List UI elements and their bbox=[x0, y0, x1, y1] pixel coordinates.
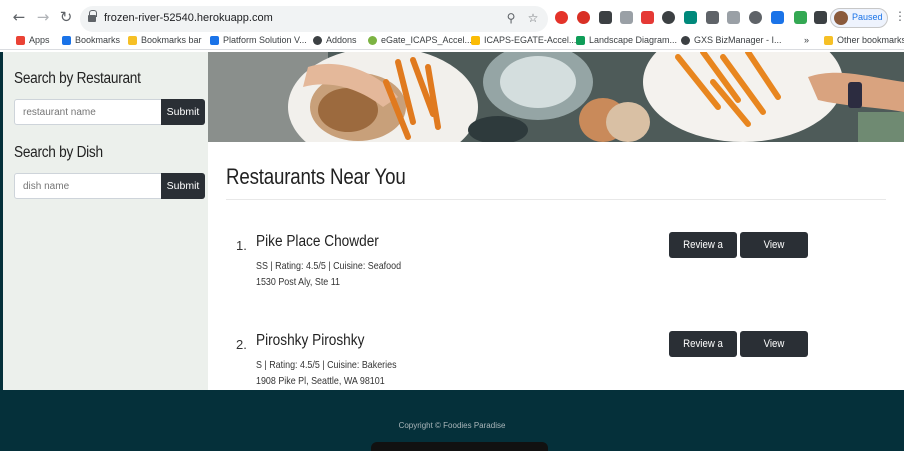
restaurant-name: Pike Place Chowder bbox=[256, 233, 379, 250]
list-number: 2. bbox=[236, 337, 247, 352]
restaurant-details: S | Rating: 4.5/5 | Cuisine: Bakeries bbox=[256, 359, 397, 371]
folder-icon bbox=[824, 35, 833, 45]
extension-icon[interactable] bbox=[641, 11, 654, 24]
extension-icon[interactable] bbox=[620, 11, 633, 24]
folder-icon bbox=[128, 35, 137, 45]
bookmark-bookmarks-bar[interactable]: Bookmarks bar bbox=[128, 35, 202, 45]
site-icon bbox=[368, 35, 377, 45]
opera-extension-icon[interactable] bbox=[555, 11, 568, 24]
paused-label: Paused bbox=[852, 12, 883, 22]
site-icon bbox=[576, 35, 585, 45]
bookmark-platform-solution[interactable]: Platform Solution V... bbox=[210, 35, 307, 45]
extension-icon[interactable] bbox=[599, 11, 612, 24]
restaurant-address: 1530 Post Aly, Ste 11 bbox=[256, 276, 341, 288]
bookmark-egate[interactable]: eGate_ICAPS_Accel... bbox=[368, 35, 472, 45]
back-icon[interactable]: ← bbox=[10, 8, 28, 26]
diamond-icon bbox=[210, 35, 219, 45]
food-photo bbox=[208, 52, 904, 142]
location-icon[interactable]: ⚲ bbox=[504, 11, 518, 25]
bookmarks-overflow-chevron[interactable]: » bbox=[804, 35, 809, 45]
restaurants-section: Restaurants Near You 1. Pike Place Chowd… bbox=[208, 142, 904, 390]
restaurant-name: Piroshky Piroshky bbox=[256, 332, 365, 349]
extension-icon[interactable] bbox=[662, 11, 675, 24]
bookmarks-bar: Apps Bookmarks Bookmarks bar Platform So… bbox=[0, 34, 904, 50]
page-title: Restaurants Near You bbox=[226, 164, 406, 189]
star-icon bbox=[62, 35, 71, 45]
divider bbox=[226, 199, 886, 200]
review-dish-button[interactable]: Review a Dish bbox=[669, 232, 737, 277]
extension-icon[interactable] bbox=[771, 11, 784, 24]
extension-icon[interactable] bbox=[727, 11, 740, 24]
copyright-text: Copyright © Foodies Paradise bbox=[398, 421, 506, 430]
dish-submit-button[interactable]: Submit bbox=[161, 173, 205, 199]
extension-icon[interactable] bbox=[749, 11, 762, 24]
restaurant-details: SS | Rating: 4.5/5 | Cuisine: Seafood bbox=[256, 260, 402, 272]
restaurant-submit-button[interactable]: Submit bbox=[161, 99, 205, 125]
avatar bbox=[834, 11, 848, 25]
review-dish-button[interactable]: Review a Dish bbox=[669, 331, 737, 376]
address-bar[interactable]: frozen-river-52540.herokuapp.com ⚲ ☆ bbox=[80, 6, 548, 32]
forward-icon[interactable]: → bbox=[34, 8, 52, 26]
bookmark-bookmarks[interactable]: Bookmarks bbox=[62, 35, 120, 45]
restaurant-search-heading: Search by Restaurant bbox=[14, 70, 141, 87]
dish-search-heading: Search by Dish bbox=[14, 144, 103, 161]
bookmark-landscape-diagram[interactable]: Landscape Diagram... bbox=[576, 35, 677, 45]
taskbar-overlay bbox=[371, 442, 548, 451]
view-reviews-button[interactable]: View Reviews bbox=[740, 232, 808, 277]
browser-toolbar: ← → ↻ frozen-river-52540.herokuapp.com ⚲… bbox=[0, 0, 904, 34]
apps-grid-icon bbox=[16, 35, 25, 45]
url-text[interactable]: frozen-river-52540.herokuapp.com bbox=[104, 12, 273, 24]
hero-food-image bbox=[208, 52, 904, 142]
lock-icon bbox=[88, 10, 97, 23]
globe-icon bbox=[681, 35, 690, 45]
extension-icon[interactable] bbox=[684, 11, 697, 24]
bookmark-apps[interactable]: Apps bbox=[16, 35, 50, 45]
bookmark-gxs-bizmanager[interactable]: GXS BizManager - I... bbox=[681, 35, 782, 45]
restaurant-address: 1908 Pike Pl, Seattle, WA 98101 bbox=[256, 375, 385, 387]
bookmark-other-bookmarks[interactable]: Other bookmarks bbox=[824, 35, 904, 45]
extension-icon[interactable] bbox=[706, 11, 719, 24]
footer: Copyright © Foodies Paradise bbox=[0, 390, 904, 451]
microsoft-icon bbox=[471, 35, 480, 45]
bookmark-icaps-egate[interactable]: ICAPS-EGATE-Accel... bbox=[471, 35, 576, 45]
dish-name-input[interactable] bbox=[14, 173, 162, 199]
puzzle-extensions-icon[interactable] bbox=[814, 11, 827, 24]
list-number: 1. bbox=[236, 238, 247, 253]
reload-icon[interactable]: ↻ bbox=[57, 8, 75, 26]
bookmark-addons[interactable]: Addons bbox=[313, 35, 357, 45]
restaurant-name-input[interactable] bbox=[14, 99, 162, 125]
profile-paused-button[interactable]: Paused bbox=[830, 8, 888, 28]
menu-icon[interactable]: ⋮ bbox=[894, 9, 904, 23]
restaurant-list-item: 1. Pike Place Chowder SS | Rating: 4.5/5… bbox=[208, 232, 904, 302]
extension-badge-icon[interactable] bbox=[577, 11, 590, 24]
search-sidebar: Search by Restaurant Submit Search by Di… bbox=[0, 52, 208, 390]
extension-icon[interactable] bbox=[794, 11, 807, 24]
view-reviews-button[interactable]: View Reviews bbox=[740, 331, 808, 376]
bookmark-star-icon[interactable]: ☆ bbox=[526, 11, 540, 25]
globe-icon bbox=[313, 35, 322, 45]
